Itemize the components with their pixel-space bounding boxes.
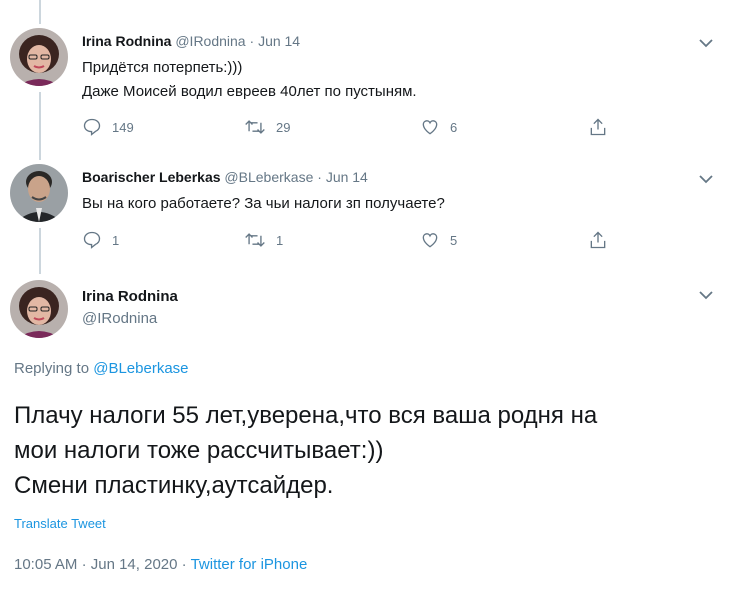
chevron-down-icon[interactable]: [696, 288, 716, 302]
tweet-date[interactable]: Jun 14: [326, 169, 368, 185]
separator-dot: ·: [317, 169, 322, 185]
tweet-text-line: Даже Моисей водил евреев 40лет по пустын…: [82, 83, 417, 100]
reply-button[interactable]: 1: [82, 230, 119, 250]
author-name[interactable]: Irina Rodnina: [82, 287, 178, 307]
avatar[interactable]: [10, 164, 68, 222]
tweet-text-line: Вы на кого работаете? За чьи налоги зп п…: [82, 195, 445, 212]
reply-count: 149: [112, 119, 134, 135]
tweet-time[interactable]: 10:05 AM: [14, 556, 77, 573]
main-tweet-text-line: Плачу налоги 55 лет,уверена,что вся ваша…: [14, 402, 598, 429]
heart-icon: [422, 233, 438, 248]
tweet-header: Irina Rodnina @IRodnina · Jun 14: [82, 33, 300, 49]
separator-dot: ·: [81, 556, 87, 573]
tweet-text-line: Придётся потерпеть:))): [82, 59, 243, 76]
tweet-text: Придётся потерпеть:))) Даже Моисей водил…: [82, 56, 417, 104]
reply-icon: [83, 118, 101, 136]
like-count: 5: [450, 232, 458, 248]
main-tweet-text-line: мои налоги тоже рассчитывает:)): [14, 437, 384, 464]
tweet-source-link[interactable]: Twitter for iPhone: [191, 556, 308, 573]
thread-line-top: [39, 0, 41, 24]
avatar[interactable]: [10, 28, 68, 86]
main-author: Irina Rodnina @IRodnina: [82, 287, 178, 331]
reply-icon: [83, 231, 101, 249]
retweet-icon: [245, 233, 265, 247]
main-tweet-text: Плачу налоги 55 лет,уверена,что вся ваша…: [14, 398, 597, 503]
avatar-boarischer-image: [10, 164, 68, 222]
like-button[interactable]: 5: [420, 230, 457, 250]
thread-line-1: [39, 92, 41, 160]
share-icon: [590, 231, 606, 249]
share-button[interactable]: [588, 230, 608, 250]
author-name[interactable]: Irina Rodnina: [82, 33, 171, 49]
heart-icon: [422, 120, 438, 135]
like-button[interactable]: 6: [420, 117, 457, 137]
avatar-irina-image: [10, 28, 68, 86]
retweet-count: 29: [276, 119, 291, 135]
avatar[interactable]: [10, 280, 68, 338]
reply-count: 1: [112, 232, 120, 248]
replying-prefix: Replying to: [14, 360, 90, 377]
avatar-irina-image: [10, 280, 68, 338]
tweet-text: Вы на кого работаете? За чьи налоги зп п…: [82, 192, 445, 216]
author-handle[interactable]: @IRodnina: [82, 307, 178, 331]
author-handle[interactable]: @BLeberkase: [224, 169, 313, 185]
separator-dot: ·: [249, 33, 255, 49]
share-button[interactable]: [588, 117, 608, 137]
like-count: 6: [450, 119, 458, 135]
tweet-date[interactable]: Jun 14: [258, 33, 300, 49]
share-icon: [590, 118, 606, 136]
retweet-button[interactable]: 29: [244, 117, 290, 137]
chevron-down-icon[interactable]: [696, 172, 716, 186]
retweet-count: 1: [276, 232, 284, 248]
reply-button[interactable]: 149: [82, 117, 134, 137]
thread-line-2: [39, 228, 41, 274]
tweet-timestamp: 10:05 AM · Jun 14, 2020 · Twitter for iP…: [14, 556, 307, 573]
author-handle[interactable]: @IRodnina: [175, 33, 245, 49]
author-name[interactable]: Boarischer Leberkas: [82, 169, 221, 185]
chevron-down-icon[interactable]: [696, 36, 716, 50]
replying-to: Replying to @BLeberkase: [14, 360, 189, 377]
replying-handle-link[interactable]: @BLeberkase: [93, 360, 188, 377]
retweet-button[interactable]: 1: [244, 230, 283, 250]
tweet-full-date[interactable]: Jun 14, 2020: [91, 556, 178, 573]
main-tweet-text-line: Смени пластинку,аутсайдер.: [14, 472, 334, 499]
tweet-header: Boarischer Leberkas @BLeberkase · Jun 14: [82, 169, 368, 185]
separator-dot: ·: [181, 556, 187, 573]
translate-tweet-link[interactable]: Translate Tweet: [14, 516, 106, 531]
retweet-icon: [245, 120, 265, 134]
